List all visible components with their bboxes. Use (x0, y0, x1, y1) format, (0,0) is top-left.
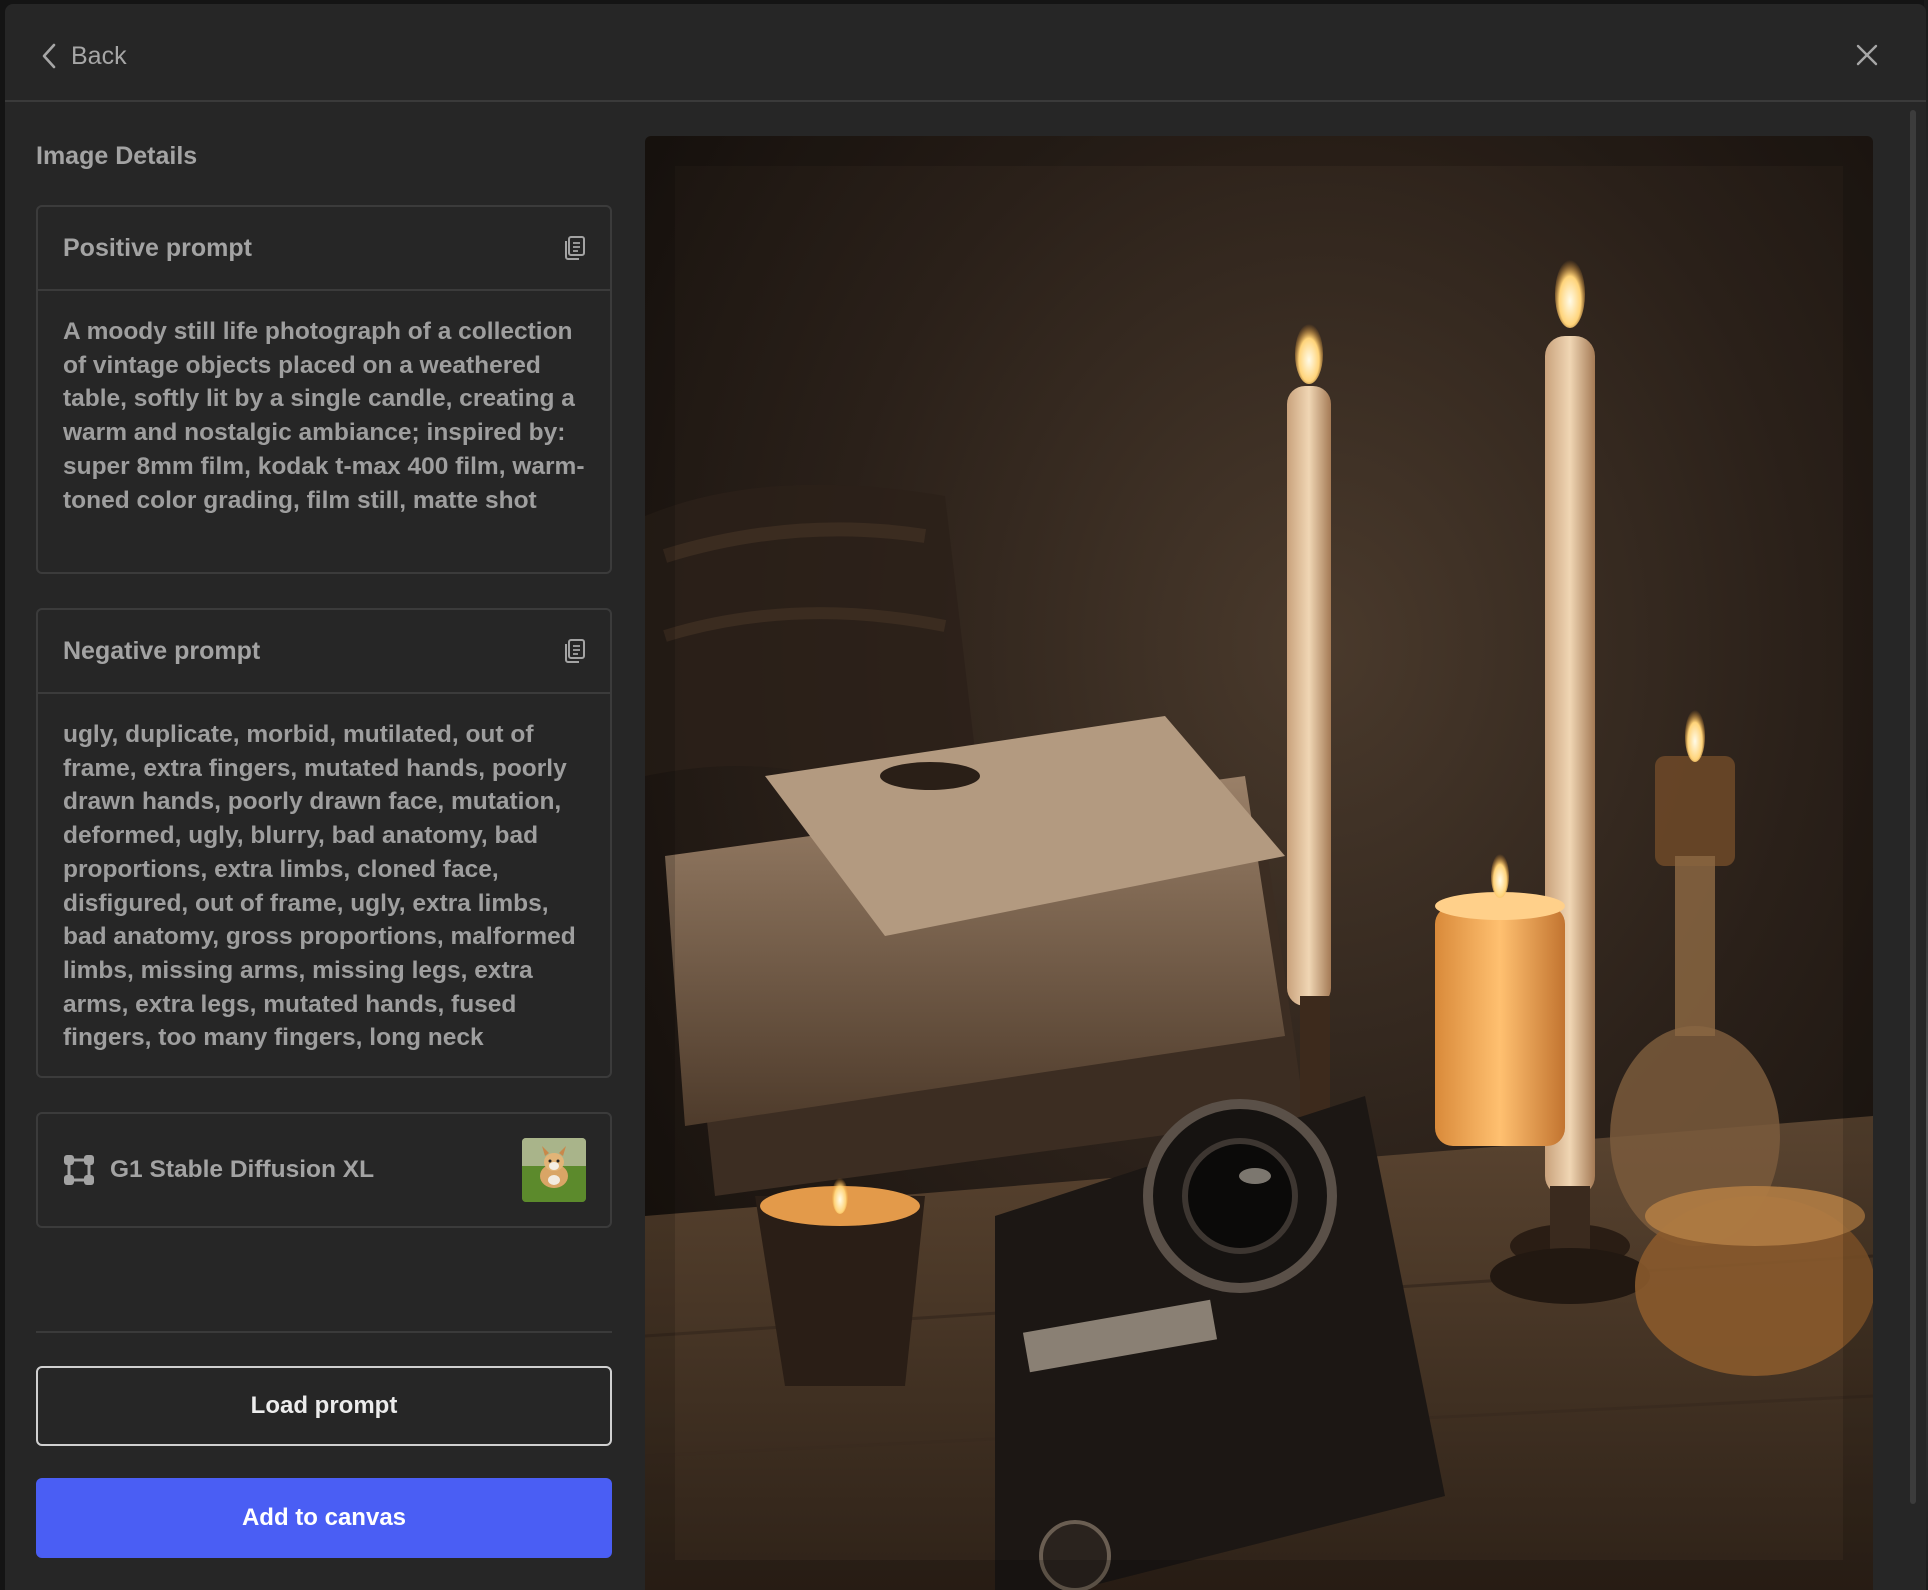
close-icon (1856, 44, 1878, 66)
add-to-canvas-button[interactable]: Add to canvas (36, 1478, 612, 1558)
panel-divider (36, 1331, 612, 1333)
copy-icon[interactable] (562, 638, 586, 664)
generated-image (645, 136, 1873, 1590)
back-button[interactable]: Back (39, 36, 127, 76)
scrollbar[interactable] (1910, 110, 1916, 1504)
model-thumbnail (522, 1138, 586, 1202)
panel-title: Image Details (36, 142, 198, 170)
model-name: G1 Stable Diffusion XL (110, 1156, 375, 1183)
positive-prompt-title: Positive prompt (63, 233, 252, 262)
positive-prompt-header: Positive prompt (38, 207, 610, 291)
copy-icon[interactable] (562, 235, 586, 261)
close-button[interactable] (1852, 40, 1882, 70)
positive-prompt-text: A moody still life photograph of a colle… (63, 318, 585, 514)
image-details-modal: Back Image Details Positive prompt A moo… (5, 4, 1926, 1590)
chevron-left-icon (42, 43, 56, 69)
model-node-icon (64, 1155, 94, 1185)
negative-prompt-header: Negative prompt (38, 610, 610, 694)
positive-prompt-card: Positive prompt A moody still life photo… (36, 205, 612, 574)
modal-header: Back (5, 4, 1926, 102)
negative-prompt-card: Negative prompt ugly, duplicate, morbid,… (36, 608, 612, 1078)
negative-prompt-title: Negative prompt (63, 636, 261, 665)
negative-prompt-text: ugly, duplicate, morbid, mutilated, out … (63, 721, 576, 1052)
model-card[interactable]: G1 Stable Diffusion XL (36, 1112, 612, 1228)
back-label: Back (71, 41, 127, 70)
details-panel: Image Details Positive prompt A moody st… (36, 102, 612, 1590)
load-prompt-button[interactable]: Load prompt (36, 1366, 612, 1446)
